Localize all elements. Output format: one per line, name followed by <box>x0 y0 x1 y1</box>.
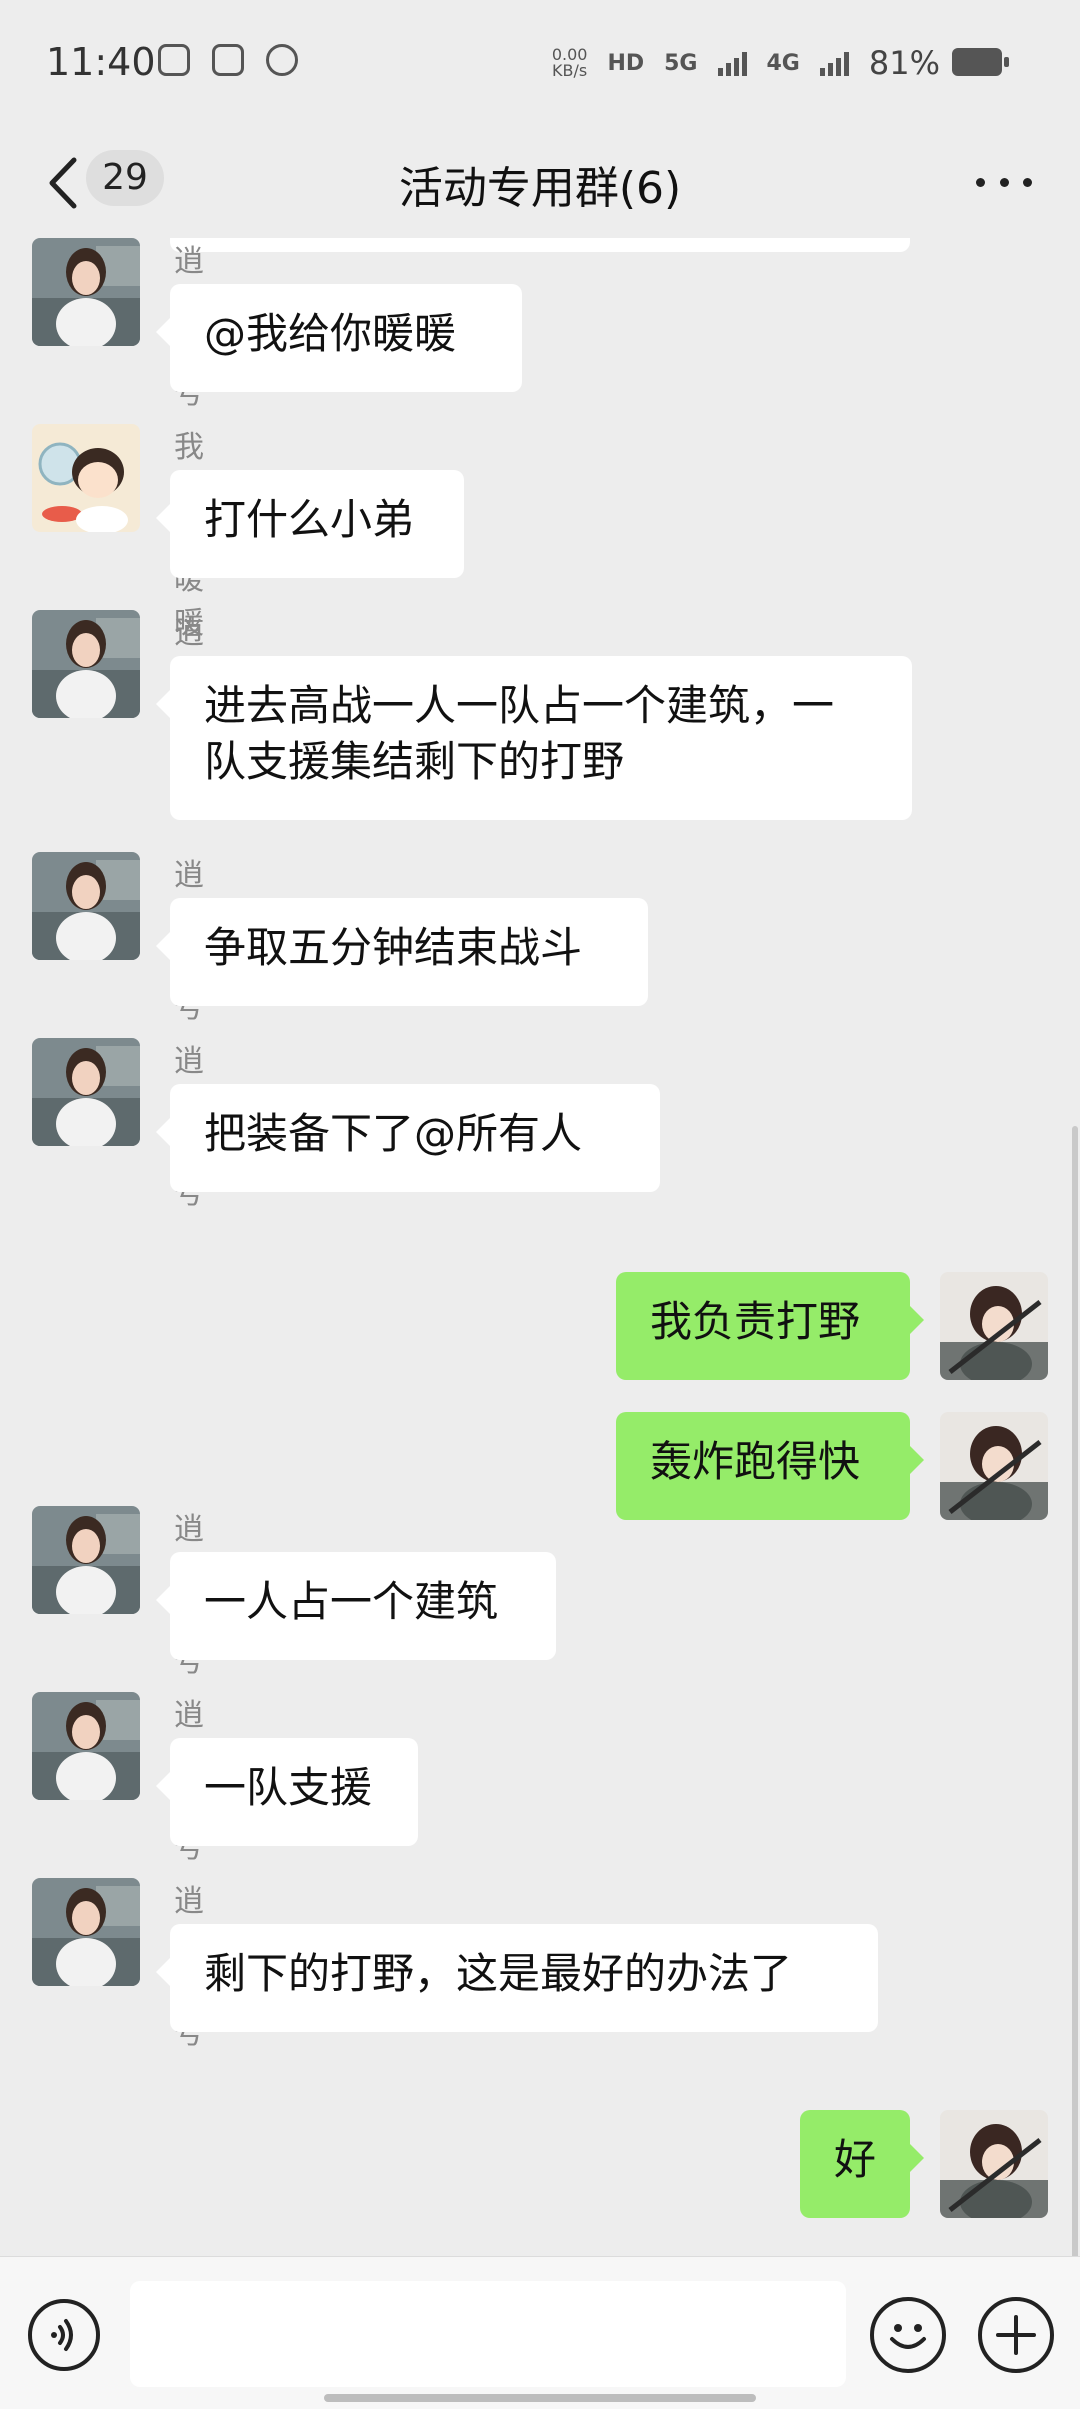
message-bubble[interactable]: 把装备下了@所有人 <box>156 1084 660 1192</box>
message-bubble[interactable]: 我负责打野 <box>616 1272 924 1380</box>
emoji-icon <box>890 2324 926 2349</box>
message-text: 打什么小弟 <box>204 495 415 544</box>
message-bubble[interactable]: @我给你暖暖 <box>156 284 522 392</box>
message-list[interactable]: 逍遥暗号@我给你暖暖我给你暖暖打什么小弟逍遥暗号进去高战一人一队占一个建筑，一队… <box>0 238 1080 2258</box>
home-indicator[interactable] <box>324 2394 756 2402</box>
voice-icon <box>51 2319 73 2351</box>
message-bubble[interactable]: 剩下的打野，这是最好的办法了 <box>156 1924 878 2032</box>
message-text: 把装备下了@所有人 <box>204 1109 583 1158</box>
message-text: 好 <box>834 2135 877 2184</box>
voice-button[interactable] <box>28 2299 100 2371</box>
avatar[interactable] <box>940 1272 1048 1380</box>
bird-icon <box>212 44 244 76</box>
message-input[interactable] <box>130 2281 846 2387</box>
avatar[interactable] <box>32 1506 140 1614</box>
more-icon[interactable] <box>976 172 1032 192</box>
scrollbar[interactable] <box>1072 1126 1078 2258</box>
game-controller-icon <box>158 44 190 76</box>
avatar[interactable] <box>32 238 140 346</box>
avatar[interactable] <box>32 1038 140 1146</box>
message-bubble[interactable]: 好 <box>800 2110 924 2218</box>
message-text-line: 进去高战一人一队占一个建筑，一 <box>204 681 835 730</box>
message-text: 一队支援 <box>204 1763 373 1812</box>
message-bubble[interactable]: 进去高战一人一队占一个建筑，一 队支援集结剩下的打野 <box>156 656 912 820</box>
battery-percent: 81% <box>868 44 940 82</box>
avatar[interactable] <box>32 852 140 960</box>
message-bubble[interactable]: 一队支援 <box>156 1738 418 1846</box>
battery-icon <box>952 48 1009 76</box>
message-bubble[interactable]: 轰炸跑得快 <box>616 1412 924 1520</box>
avatar[interactable] <box>940 1412 1048 1520</box>
gauge-icon <box>266 44 298 76</box>
status-bar: 11:40 0.00 KB/s HD 5G 4G 81% <box>0 0 1080 130</box>
avatar[interactable] <box>32 424 140 532</box>
sim2-network: 4G <box>766 50 800 76</box>
message-text: 一人占一个建筑 <box>204 1577 499 1626</box>
chat-title: 活动专用群(6) <box>398 163 682 214</box>
input-bar <box>0 2256 1080 2409</box>
add-icon <box>996 2315 1036 2355</box>
signal-icon <box>717 50 747 76</box>
signal-icon <box>819 50 849 76</box>
hd-icon: HD <box>607 50 645 76</box>
message-text: 剩下的打野，这是最好的办法了 <box>204 1949 793 1998</box>
message-text: 我负责打野 <box>650 1297 861 1346</box>
message-text: 争取五分钟结束战斗 <box>204 923 583 972</box>
status-time: 11:40 <box>46 40 156 84</box>
message-text-line: 队支援集结剩下的打野 <box>204 737 625 786</box>
message-bubble[interactable]: 争取五分钟结束战斗 <box>156 898 648 1006</box>
message-bubble-partial <box>170 238 910 252</box>
sim1-network: 5G <box>664 50 698 76</box>
avatar[interactable] <box>940 2110 1048 2218</box>
avatar[interactable] <box>32 1692 140 1800</box>
avatar[interactable] <box>32 610 140 718</box>
chat-header: 29 活动专用群(6) <box>0 130 1080 238</box>
message-text: @我给你暖暖 <box>204 309 457 358</box>
message-bubble[interactable]: 打什么小弟 <box>156 470 464 578</box>
avatar[interactable] <box>32 1878 140 1986</box>
add-button[interactable] <box>978 2297 1054 2373</box>
message-bubble[interactable]: 一人占一个建筑 <box>156 1552 556 1660</box>
emoji-button[interactable] <box>870 2297 946 2373</box>
net-speed: 0.00 KB/s <box>551 45 588 80</box>
message-text: 轰炸跑得快 <box>650 1437 861 1486</box>
